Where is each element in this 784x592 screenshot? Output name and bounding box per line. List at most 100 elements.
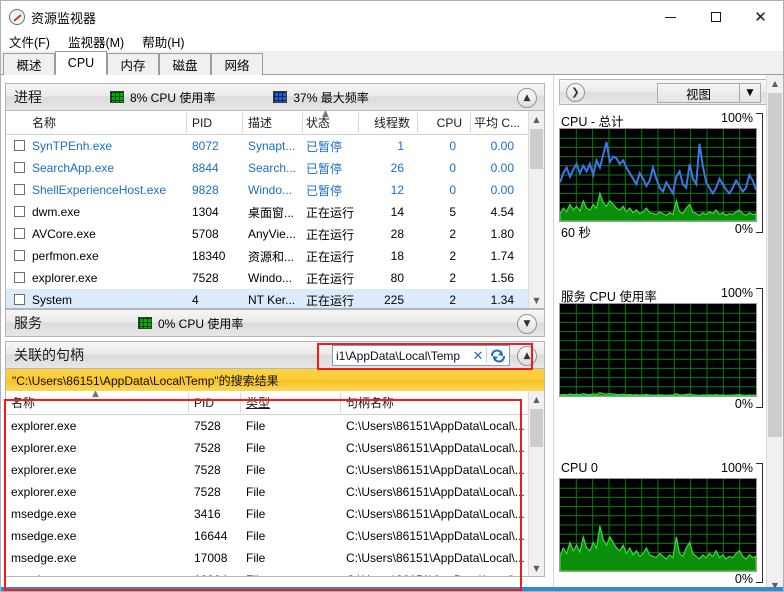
handle-col-header-type[interactable]: 类型 — [246, 391, 306, 414]
scroll-up-icon[interactable]: ▲ — [767, 75, 783, 91]
processes-panel: 进程 8% CPU 使用率 37% 最大频率 ▲ 名称 PID 描述 状态 ▲ … — [5, 83, 545, 309]
process-cell-avg: 1.80 — [490, 227, 514, 241]
services-panel-header[interactable]: 服务 0% CPU 使用率 ▼ — [5, 309, 545, 337]
scroll-down-icon[interactable]: ▼ — [529, 560, 544, 576]
col-header-status[interactable]: 状态 — [306, 111, 354, 134]
services-legend-cpu: 0% CPU 使用率 — [138, 315, 243, 332]
tab-disk[interactable]: 磁盘 — [159, 53, 211, 75]
tab-memory[interactable]: 内存 — [107, 53, 159, 75]
scrollbar-thumb[interactable] — [768, 93, 782, 437]
handle-cell-handle: C:\Users\86151\AppData\Local\... — [346, 441, 524, 455]
processes-collapse-button[interactable]: ▲ — [517, 88, 537, 108]
graph-max-label: 100% — [721, 461, 753, 475]
handle-col-header-name[interactable]: 名称 — [11, 391, 171, 414]
process-row-checkbox[interactable] — [14, 140, 25, 151]
process-cell-pid: 7528 — [192, 271, 219, 285]
handle-row[interactable]: msedge.exe 3416 File C:\Users\86151\AppData… — [6, 503, 544, 525]
scroll-up-icon[interactable]: ▲ — [529, 111, 544, 127]
minimize-button[interactable] — [648, 1, 693, 33]
search-refresh-icon[interactable] — [487, 348, 509, 363]
services-legend-cpu-label: 0% CPU 使用率 — [158, 316, 244, 331]
services-expand-button[interactable]: ▼ — [517, 314, 537, 334]
processes-panel-header[interactable]: 进程 8% CPU 使用率 37% 最大频率 ▲ — [5, 83, 545, 111]
menu-monitor[interactable]: 监视器(M) — [60, 30, 134, 53]
menu-file[interactable]: 文件(F) — [1, 30, 60, 53]
handle-col-header-handlename[interactable]: 句柄名称 — [346, 391, 496, 414]
process-row[interactable]: AVCore.exe 5708 AnyVie... 正在运行 28 2 1.80 — [6, 223, 544, 245]
handle-col-header-pid[interactable]: PID — [194, 391, 238, 414]
resource-monitor-icon — [9, 9, 25, 25]
handles-panel-header[interactable]: 关联的句柄 i1\AppData\Local\Temp ✕ ▲ — [5, 341, 545, 369]
close-button[interactable]: ✕ — [738, 1, 783, 33]
col-header-name[interactable]: 名称 — [32, 111, 182, 134]
maximize-button[interactable] — [693, 1, 738, 33]
handles-collapse-button[interactable]: ▲ — [517, 346, 537, 366]
process-cell-name: dwm.exe — [32, 205, 81, 219]
process-cell-name: System — [32, 293, 73, 307]
process-cell-name: SearchApp.exe — [32, 161, 115, 175]
handles-scrollbar[interactable]: ▲ ▼ — [528, 391, 544, 576]
minimize-icon — [665, 16, 676, 18]
tab-network[interactable]: 网络 — [211, 53, 263, 75]
scrollbar-thumb[interactable] — [530, 129, 543, 169]
window-controls: ✕ — [648, 1, 783, 33]
process-row-checkbox[interactable] — [14, 294, 25, 305]
graph-title: CPU 0 — [561, 461, 598, 475]
process-row[interactable]: ShellExperienceHost.exe 9828 Windo... 已暂停 12… — [6, 179, 544, 201]
handle-row[interactable]: msedge.exe 16904 File C:\Users\86151\AppDat… — [6, 569, 544, 576]
process-row[interactable]: perfmon.exe 18340 资源和... 正在运行 18 2 1.74 — [6, 245, 544, 267]
col-header-threads[interactable]: 线程数 — [358, 111, 410, 134]
handle-row[interactable]: explorer.exe 7528 File C:\Users\86151\AppDa… — [6, 415, 544, 437]
handle-row[interactable]: explorer.exe 7528 File C:\Users\86151\AppDa… — [6, 437, 544, 459]
handles-table-header: 名称 ▲ PID 类型 句柄名称 — [6, 391, 544, 415]
expand-graphs-button[interactable]: ❯ — [566, 82, 585, 102]
handle-search-input[interactable]: i1\AppData\Local\Temp — [336, 349, 470, 363]
scroll-down-icon[interactable]: ▼ — [529, 292, 544, 308]
process-cell-threads: 80 — [390, 271, 404, 285]
handle-row[interactable]: explorer.exe 7528 File C:\Users\86151\AppDa… — [6, 459, 544, 481]
process-row-checkbox[interactable] — [14, 184, 25, 195]
col-header-desc[interactable]: 描述 — [248, 111, 296, 134]
process-cell-pid: 5708 — [192, 227, 219, 241]
handle-row[interactable]: msedge.exe 17008 File C:\Users\86151\AppDat… — [6, 547, 544, 569]
handle-cell-handle: C:\Users\86151\AppData\Local\... — [346, 507, 524, 521]
graphs-scrollbar[interactable]: ▲ ▼ — [766, 75, 783, 591]
graph-axis-bracket — [756, 113, 763, 233]
process-row[interactable]: System 4 NT Ker... 正在运行 225 2 1.34 — [6, 289, 544, 308]
chevron-up-icon: ▲ — [523, 93, 531, 103]
process-row-checkbox[interactable] — [14, 206, 25, 217]
clear-search-icon[interactable]: ✕ — [470, 348, 486, 364]
process-row-checkbox[interactable] — [14, 228, 25, 239]
process-row[interactable]: SynTPEnh.exe 8072 Synapt... 已暂停 1 0 0.00 — [6, 135, 544, 157]
tab-cpu[interactable]: CPU — [55, 51, 107, 75]
process-cell-cpu: 0 — [449, 139, 456, 153]
process-cell-status: 正在运行 — [306, 205, 355, 220]
green-swatch-icon — [110, 91, 124, 103]
process-row-checkbox[interactable] — [14, 250, 25, 261]
tab-overview[interactable]: 概述 — [3, 53, 55, 75]
handle-cell-name: explorer.exe — [11, 463, 77, 477]
handle-cell-name: explorer.exe — [11, 419, 77, 433]
process-row-checkbox[interactable] — [14, 272, 25, 283]
chevron-down-icon: ▼ — [523, 319, 531, 329]
process-row[interactable]: SearchApp.exe 8844 Search... 已暂停 26 0 0.00 — [6, 157, 544, 179]
green-swatch-icon — [138, 317, 152, 329]
process-row[interactable]: explorer.exe 7528 Windo... 正在运行 80 2 1.56 — [6, 267, 544, 289]
graph-footer-row: 0% — [559, 397, 767, 414]
handle-row[interactable]: explorer.exe 7528 File C:\Users\86151\AppDa… — [6, 481, 544, 503]
scrollbar-thumb[interactable] — [530, 409, 543, 447]
handle-cell-pid: 16644 — [194, 529, 228, 543]
process-row-checkbox[interactable] — [14, 162, 25, 173]
processes-scrollbar[interactable]: ▲ ▼ — [528, 111, 544, 308]
scroll-up-icon[interactable]: ▲ — [529, 391, 544, 407]
handle-search-box[interactable]: i1\AppData\Local\Temp ✕ — [332, 345, 510, 366]
process-cell-desc: Windo... — [248, 271, 293, 285]
menu-help[interactable]: 帮助(H) — [134, 30, 194, 53]
handle-row[interactable]: msedge.exe 16644 File C:\Users\86151\AppDat… — [6, 525, 544, 547]
col-header-avgcpu[interactable]: 平均 C... — [466, 111, 520, 134]
col-header-pid[interactable]: PID — [192, 111, 236, 134]
view-dropdown-button[interactable]: 视图 ▼ — [657, 83, 761, 103]
col-header-cpu[interactable]: CPU — [414, 111, 462, 134]
processes-legend-freq-label: 37% 最大频率 — [293, 90, 369, 105]
process-row[interactable]: dwm.exe 1304 桌面窗... 正在运行 14 5 4.54 — [6, 201, 544, 223]
